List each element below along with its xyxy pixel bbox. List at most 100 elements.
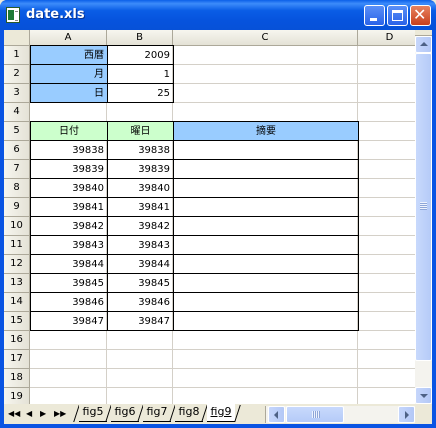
workbook-client: A B C D 1 2 3 4 5 6 7 8 9 10 11 12 13 14…	[4, 30, 432, 424]
prev-sheet-button[interactable]: ◀	[26, 409, 32, 418]
row-header[interactable]: 13	[4, 274, 30, 293]
table-cell-summary[interactable]	[173, 178, 359, 198]
row-header[interactable]: 18	[4, 369, 30, 388]
table-cell-weekday[interactable]: 39841	[107, 197, 174, 217]
table-cell-date[interactable]: 39844	[30, 254, 108, 274]
table-cell-date[interactable]: 39842	[30, 216, 108, 236]
worksheet-grid[interactable]: A B C D 1 2 3 4 5 6 7 8 9 10 11 12 13 14…	[4, 30, 415, 404]
minimize-button[interactable]	[364, 5, 385, 26]
sheet-tab-fig7[interactable]: fig7	[143, 404, 171, 422]
minimize-icon	[370, 18, 377, 21]
table-cell-weekday[interactable]: 39839	[107, 159, 174, 179]
param-value-year[interactable]: 2009	[107, 45, 174, 65]
maximize-icon	[392, 10, 403, 21]
sheet-tab-fig8[interactable]: fig8	[175, 404, 203, 422]
sheet-tab-fig5[interactable]: fig5	[79, 404, 107, 422]
row-header[interactable]: 17	[4, 350, 30, 369]
param-label-month[interactable]: 月	[30, 64, 108, 84]
table-cell-summary[interactable]	[173, 311, 359, 331]
table-cell-summary[interactable]	[173, 140, 359, 160]
vertical-scroll-thumb[interactable]	[415, 53, 432, 361]
scroll-right-button[interactable]	[398, 406, 415, 423]
table-cell-weekday[interactable]: 39842	[107, 216, 174, 236]
next-sheet-button[interactable]: ▶	[40, 409, 46, 418]
param-value-day[interactable]: 25	[107, 83, 174, 103]
table-cell-date[interactable]: 39846	[30, 292, 108, 312]
table-cell-date[interactable]: 39840	[30, 178, 108, 198]
arrow-down-icon	[420, 394, 428, 398]
sheet-tab-fig6[interactable]: fig6	[111, 404, 139, 422]
table-cell-date[interactable]: 39841	[30, 197, 108, 217]
row-header[interactable]: 14	[4, 293, 30, 312]
first-sheet-button[interactable]: ◀◀	[8, 409, 20, 418]
row-header[interactable]: 12	[4, 255, 30, 274]
table-cell-summary[interactable]	[173, 159, 359, 179]
sheet-tab-bar: ◀◀ ◀ ▶ ▶▶ fig5 fig6 fig7 fig8 fig9	[4, 404, 432, 424]
scroll-down-button[interactable]	[415, 387, 432, 404]
column-header-c[interactable]: C	[173, 30, 358, 46]
table-cell-date[interactable]: 39845	[30, 273, 108, 293]
close-button[interactable]: ✕	[410, 5, 431, 26]
table-cell-date[interactable]: 39843	[30, 235, 108, 255]
table-cell-summary[interactable]	[173, 273, 359, 293]
arrow-left-icon	[274, 411, 278, 419]
row-header[interactable]: 10	[4, 217, 30, 236]
table-header-date[interactable]: 日付	[30, 121, 108, 141]
excel-sheet-icon[interactable]	[6, 7, 20, 23]
table-cell-summary[interactable]	[173, 235, 359, 255]
table-cell-weekday[interactable]: 39840	[107, 178, 174, 198]
table-cell-summary[interactable]	[173, 216, 359, 236]
grip-icon	[312, 411, 320, 418]
column-header-b[interactable]: B	[107, 30, 173, 46]
row-header[interactable]: 16	[4, 331, 30, 350]
maximize-button[interactable]	[387, 5, 408, 26]
grip-icon	[420, 202, 427, 210]
table-cell-summary[interactable]	[173, 197, 359, 217]
param-label-day[interactable]: 日	[30, 83, 108, 103]
vertical-scrollbar[interactable]	[415, 30, 432, 404]
row-header[interactable]: 6	[4, 141, 30, 160]
table-cell-weekday[interactable]: 39844	[107, 254, 174, 274]
row-header[interactable]: 19	[4, 388, 30, 404]
table-cell-date[interactable]: 39838	[30, 140, 108, 160]
select-all-corner[interactable]	[4, 30, 30, 46]
arrow-right-icon	[405, 411, 409, 419]
row-header[interactable]: 2	[4, 65, 30, 84]
row-header[interactable]: 15	[4, 312, 30, 331]
param-label-year[interactable]: 西暦	[30, 45, 108, 65]
row-header[interactable]: 4	[4, 103, 30, 122]
horizontal-scroll-thumb[interactable]	[286, 406, 344, 423]
row-header[interactable]: 7	[4, 160, 30, 179]
window-title: date.xls	[26, 7, 85, 22]
excel-window: date.xls ✕ A B C D 1 2 3 4 5 6 7 8 9 10 …	[0, 0, 436, 428]
row-header[interactable]: 5	[4, 122, 30, 141]
close-icon: ✕	[413, 5, 427, 24]
table-cell-summary[interactable]	[173, 254, 359, 274]
table-header-summary[interactable]: 摘要	[173, 121, 359, 141]
vertical-split-handle[interactable]	[260, 406, 266, 423]
table-cell-summary[interactable]	[173, 292, 359, 312]
row-header[interactable]: 1	[4, 46, 30, 65]
sheet-tab-fig9[interactable]: fig9	[207, 404, 235, 422]
table-cell-date[interactable]: 39847	[30, 311, 108, 331]
table-cell-weekday[interactable]: 39843	[107, 235, 174, 255]
title-bar[interactable]: date.xls ✕	[0, 0, 436, 30]
table-cell-weekday[interactable]: 39847	[107, 311, 174, 331]
scroll-up-button[interactable]	[415, 36, 432, 53]
row-header[interactable]: 11	[4, 236, 30, 255]
horizontal-scrollbar[interactable]	[260, 406, 415, 423]
row-header[interactable]: 9	[4, 198, 30, 217]
table-cell-weekday[interactable]: 39846	[107, 292, 174, 312]
param-value-month[interactable]: 1	[107, 64, 174, 84]
last-sheet-button[interactable]: ▶▶	[54, 409, 66, 418]
column-header-a[interactable]: A	[30, 30, 107, 46]
column-header-d[interactable]: D	[358, 30, 415, 46]
scroll-left-button[interactable]	[268, 406, 285, 423]
row-header[interactable]: 3	[4, 84, 30, 103]
row-header[interactable]: 8	[4, 179, 30, 198]
table-cell-weekday[interactable]: 39845	[107, 273, 174, 293]
size-grip	[415, 404, 432, 424]
table-cell-weekday[interactable]: 39838	[107, 140, 174, 160]
table-header-weekday[interactable]: 曜日	[107, 121, 174, 141]
table-cell-date[interactable]: 39839	[30, 159, 108, 179]
